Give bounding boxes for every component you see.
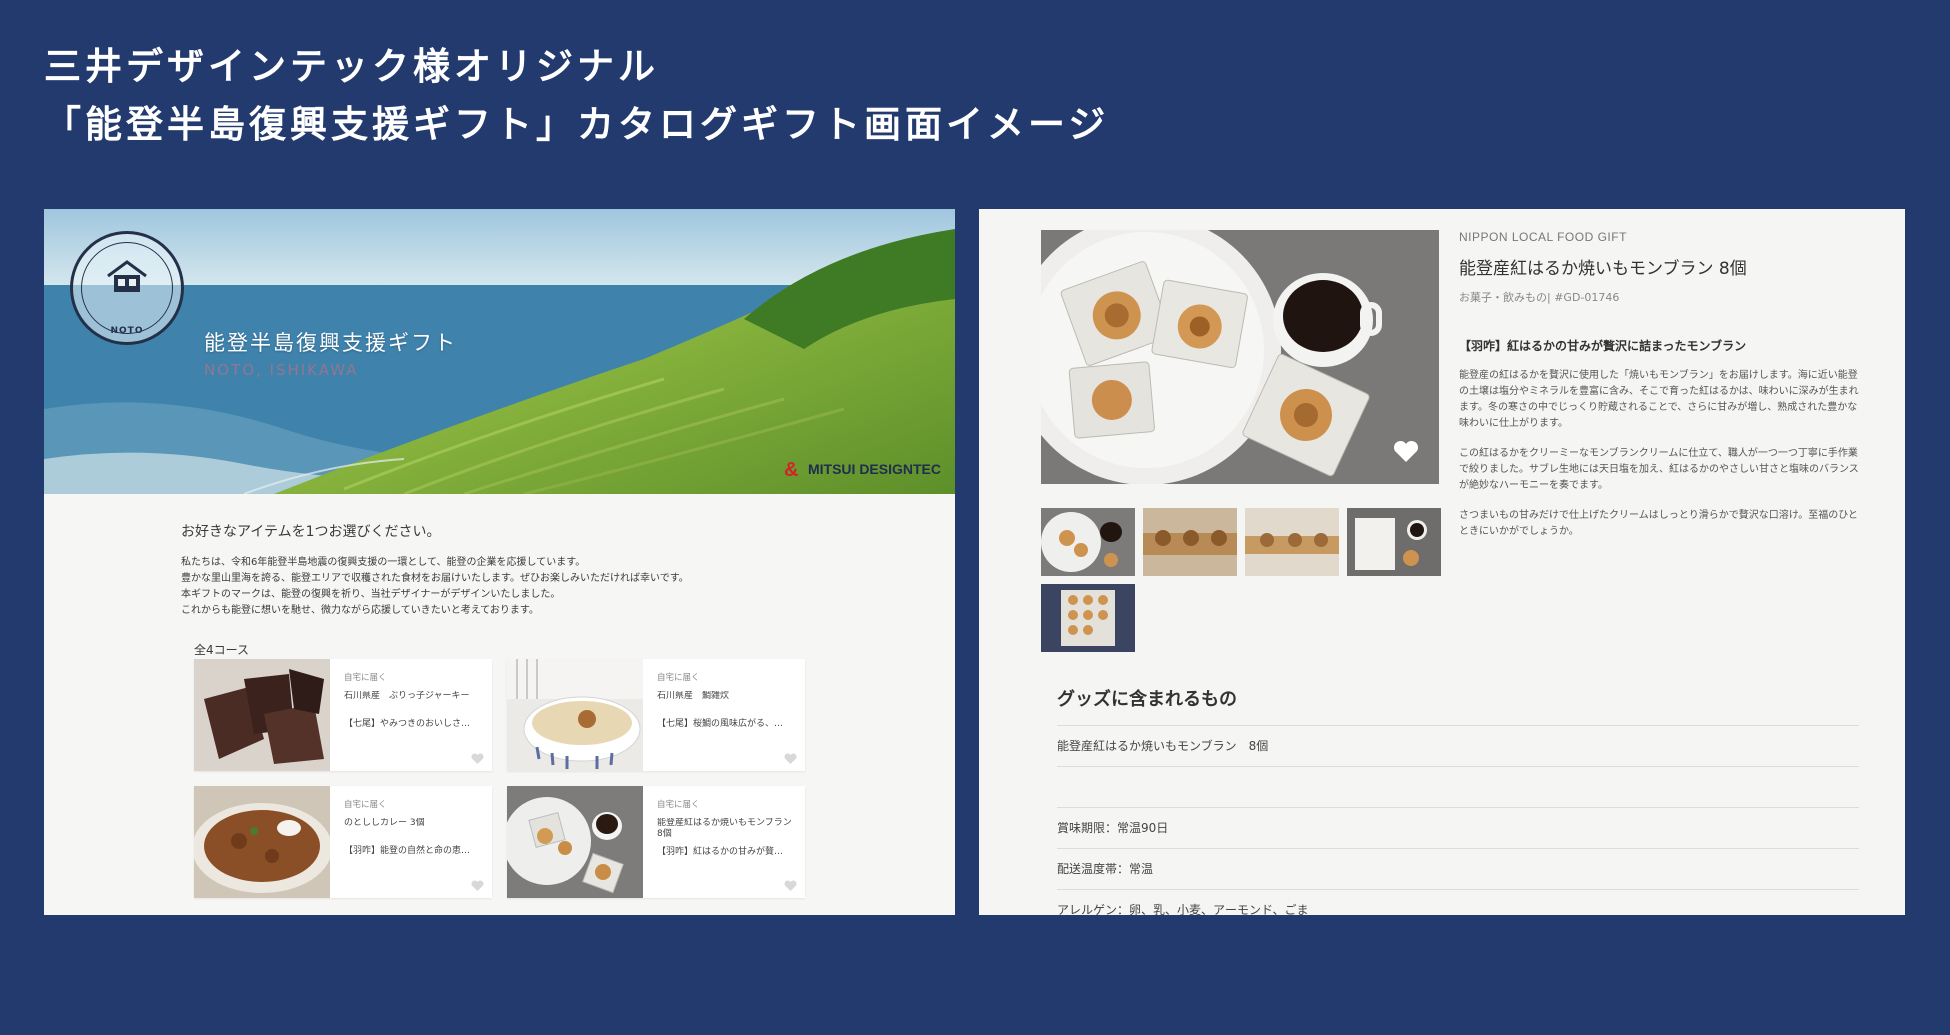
thumbnail[interactable] [1245, 508, 1339, 576]
product-description: この紅はるかをクリーミーなモンブランクリームに仕立て、職人が一つ一つ丁寧に手作業… [1459, 448, 1859, 491]
product-title: 能登産紅はるか焼いもモンブラン 8個 [1459, 259, 1747, 279]
card-desc: 【七尾】桜鯛の風味広がる、… [657, 719, 784, 729]
logo-text: NOTO [110, 326, 144, 336]
divider [1057, 725, 1859, 726]
included-item: 能登産紅はるか焼いもモンブラン 8個 [1057, 739, 1269, 753]
card-desc: 【羽咋】紅はるかの甘みが贅… [657, 847, 784, 857]
product-description: さつまいもの甘みだけで仕上げたクリームはしっとり滑らかで贅沢な口溶け。至福のひと… [1459, 510, 1858, 537]
spec-allergens: アレルゲン：卵、乳、小麦、アーモンド、ごま [1057, 903, 1309, 915]
hero-banner: NOTO 能登半島復興支援ギフト NOTO, ISHIKAWA & MITSUI… [44, 209, 955, 494]
thumbnail[interactable] [1347, 508, 1441, 576]
brand-logo: & MITSUI DESIGNTEC [783, 458, 941, 480]
product-image-montblanc [507, 786, 643, 898]
included-items-heading: グッズに含まれるもの [1057, 689, 1237, 710]
heart-icon[interactable] [471, 753, 484, 765]
product-info: NIPPON LOCAL FOOD GIFT 能登産紅はるか焼いもモンブラン 8… [1459, 230, 1861, 540]
thumbnail[interactable] [1041, 508, 1135, 576]
intro-lead: お好きなアイテムを1つお選びください。 [181, 524, 441, 540]
card-name: 石川県産 ぶりっ子ジャーキー [344, 691, 470, 701]
svg-text:&: & [784, 459, 798, 480]
course-count: 全4コース [194, 643, 250, 657]
product-image-curry [194, 786, 330, 898]
brand-name: MITSUI DESIGNTEC [807, 461, 941, 477]
intro-section: お好きなアイテムを1つお選びください。 私たちは、令和6年能登半島地震の復興支援… [181, 521, 881, 619]
heart-icon[interactable] [784, 753, 797, 765]
brand-label: NIPPON LOCAL FOOD GIFT [1459, 230, 1627, 244]
card-tag: 自宅に届く [657, 673, 700, 683]
intro-line: 私たちは、令和6年能登半島地震の復興支援の一環として、能登の企業を応援しています… [181, 557, 586, 568]
heart-icon[interactable] [784, 880, 797, 892]
thumbnail[interactable] [1041, 584, 1135, 652]
divider [1057, 807, 1859, 808]
card-name: 能登産紅はるか焼いもモンブラン 8個 [657, 818, 792, 839]
course-card[interactable]: 自宅に届く 石川県産 鯛雑炊 【七尾】桜鯛の風味広がる、… [507, 659, 805, 771]
intro-line: 本ギフトのマークは、能登の復興を祈り、当社デザイナーがデザインいたしました。 [181, 589, 561, 600]
product-image-jerky [194, 659, 330, 771]
spec-shelf-life: 賞味期限：常温90日 [1057, 821, 1169, 835]
noto-gift-logo: NOTO [70, 231, 184, 345]
intro-line: これからも能登に想いを馳せ、微力ながら応援していきたいと考えております。 [181, 605, 539, 616]
divider [1057, 848, 1859, 849]
product-detail-screen: NIPPON LOCAL FOOD GIFT 能登産紅はるか焼いもモンブラン 8… [979, 209, 1905, 915]
card-tag: 自宅に届く [344, 800, 387, 810]
divider [1057, 766, 1859, 767]
card-desc: 【羽咋】能登の自然と命の恵… [344, 846, 471, 856]
favorite-heart-icon[interactable] [1393, 440, 1419, 464]
card-desc: 【七尾】やみつきのおいしさ… [344, 719, 471, 729]
product-catchcopy: 【羽咋】紅はるかの甘みが贅沢に詰まったモンブラン [1459, 339, 1747, 353]
catalog-list-screen: NOTO 能登半島復興支援ギフト NOTO, ISHIKAWA & MITSUI… [44, 209, 955, 915]
card-tag: 自宅に届く [657, 800, 700, 810]
card-name: 石川県産 鯛雑炊 [657, 691, 730, 701]
card-name: のとししカレー 3個 [344, 818, 425, 828]
intro-line: 豊かな里山里海を誇る、能登エリアで収穫された食材をお届けいたします。ぜひお楽しみ… [181, 573, 689, 584]
thumbnail[interactable] [1143, 508, 1237, 576]
product-description: 能登産の紅はるかを贅沢に使用した「焼いもモンブラン」をお届けします。海に近い能登… [1459, 370, 1859, 429]
page-title-line-1: 三井デザインテック様オリジナル [44, 45, 659, 88]
hero-landscape-image [44, 209, 955, 494]
ampersand-icon: & [784, 459, 798, 480]
hero-title: 能登半島復興支援ギフト [204, 331, 457, 355]
spec-delivery-temp: 配送温度帯：常温 [1057, 862, 1154, 876]
product-category: お菓子・飲みもの| #GD-01746 [1459, 291, 1620, 304]
course-card[interactable]: 自宅に届く のとししカレー 3個 【羽咋】能登の自然と命の恵… [194, 786, 492, 898]
page-title: 三井デザインテック様オリジナル 「能登半島復興支援ギフト」カタログギフト画面イメ… [44, 38, 1109, 154]
montblanc-photo [1041, 230, 1439, 484]
page-title-line-2: 「能登半島復興支援ギフト」カタログギフト画面イメージ [44, 103, 1110, 146]
course-card[interactable]: 自宅に届く 能登産紅はるか焼いもモンブラン 8個 【羽咋】紅はるかの甘みが贅… [507, 786, 805, 898]
house-icon [107, 260, 147, 292]
product-image-zosui [507, 659, 643, 771]
heart-icon[interactable] [471, 880, 484, 892]
product-main-image[interactable] [1041, 230, 1439, 484]
divider [1057, 889, 1859, 890]
card-tag: 自宅に届く [344, 673, 387, 683]
course-card[interactable]: 自宅に届く 石川県産 ぶりっ子ジャーキー 【七尾】やみつきのおいしさ… [194, 659, 492, 771]
hero-subtitle: NOTO, ISHIKAWA [204, 361, 359, 379]
